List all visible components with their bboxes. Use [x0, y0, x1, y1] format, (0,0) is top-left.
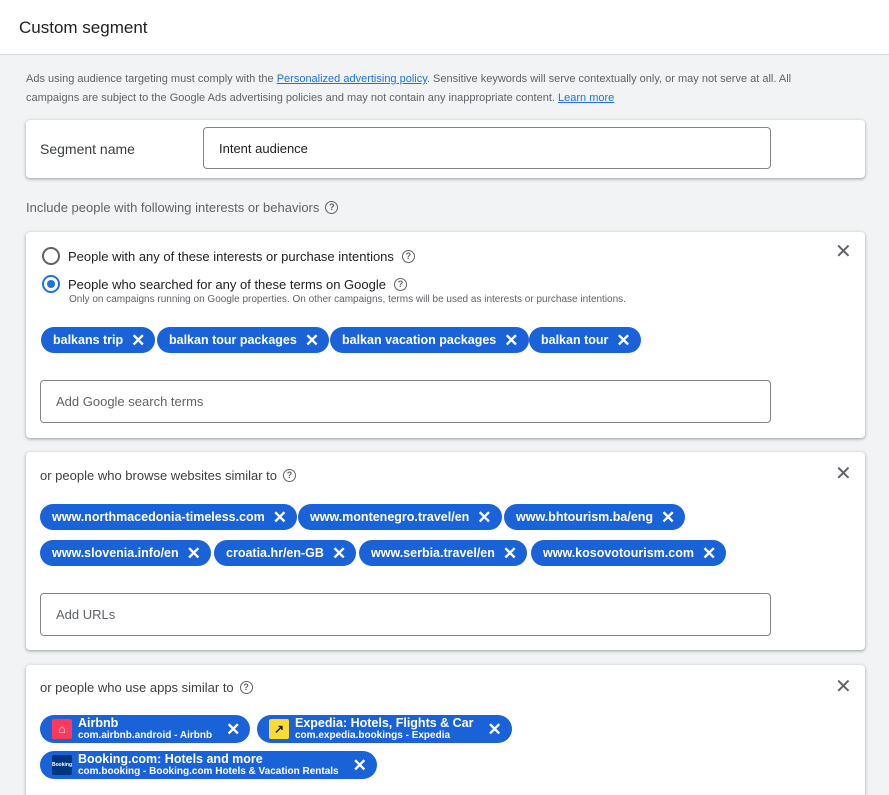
urls-input[interactable]: Add URLs [40, 593, 771, 636]
app-package: com.airbnb.android - Airbnb [78, 729, 213, 741]
app-package: com.booking - Booking.com Hotels & Vacat… [78, 765, 339, 777]
page-header: Custom segment [0, 0, 889, 55]
remove-icon[interactable]: ✕ [187, 545, 201, 562]
close-icon[interactable]: ✕ [835, 677, 852, 697]
app-chip[interactable]: ⌂ Airbnb com.airbnb.android - Airbnb ✕ [40, 715, 251, 743]
chip-label: www.slovenia.info/en [52, 546, 179, 560]
websites-title-text: or people who browse websites similar to [40, 468, 277, 483]
remove-icon[interactable]: ✕ [131, 332, 145, 349]
include-label-text: Include people with following interests … [26, 200, 320, 215]
option-interests-label: People with any of these interests or pu… [68, 248, 394, 264]
chip-label: www.bhtourism.ba/eng [516, 510, 654, 524]
remove-icon[interactable]: ✕ [503, 545, 517, 562]
remove-icon[interactable]: ✕ [353, 757, 367, 774]
notice-text-1: Ads using audience targeting must comply… [26, 73, 277, 85]
apps-title-text: or people who use apps similar to [40, 680, 234, 695]
chip-label: balkan vacation packages [342, 333, 497, 347]
booking-icon: Booking [52, 755, 72, 775]
url-chip[interactable]: www.slovenia.info/en ✕ [40, 540, 211, 566]
app-name: Expedia: Hotels, Flights & Car [295, 716, 474, 731]
option-searched-label: People who searched for any of these ter… [68, 276, 386, 292]
url-chip[interactable]: www.northmacedonia-timeless.com ✕ [40, 504, 298, 530]
remove-icon[interactable]: ✕ [273, 509, 287, 526]
include-label: Include people with following interests … [26, 200, 339, 215]
close-icon[interactable]: ✕ [835, 464, 852, 484]
segment-name-card: Segment name Intent audience [26, 120, 865, 178]
chip-label: balkans trip [53, 333, 124, 347]
app-text: Expedia: Hotels, Flights & Car com.exped… [295, 717, 474, 741]
learn-more-link[interactable]: Learn more [558, 92, 614, 104]
chip-label: croatia.hr/en-GB [226, 546, 324, 560]
apps-card: ✕ or people who use apps similar to ? ⌂ … [26, 665, 865, 795]
search-term-chip[interactable]: balkan tour ✕ [529, 327, 641, 353]
remove-icon[interactable]: ✕ [616, 332, 630, 349]
help-icon[interactable]: ? [401, 249, 415, 263]
apps-title: or people who use apps similar to ? [40, 680, 253, 695]
option-searched[interactable]: People who searched for any of these ter… [42, 275, 407, 293]
chip-label: www.northmacedonia-timeless.com [52, 510, 265, 524]
remove-icon[interactable]: ✕ [702, 545, 716, 562]
option-interests[interactable]: People with any of these interests or pu… [42, 247, 415, 265]
help-icon[interactable]: ? [283, 469, 296, 482]
remove-icon[interactable]: ✕ [488, 721, 502, 738]
remove-icon[interactable]: ✕ [332, 545, 346, 562]
personalized-policy-link[interactable]: Personalized advertising policy [277, 73, 427, 85]
websites-title: or people who browse websites similar to… [40, 468, 296, 483]
remove-icon[interactable]: ✕ [226, 721, 240, 738]
remove-icon[interactable]: ✕ [477, 509, 491, 526]
websites-card: ✕ or people who browse websites similar … [26, 452, 865, 650]
url-chip[interactable]: www.montenegro.travel/en ✕ [298, 504, 502, 530]
app-package: com.expedia.bookings - Expedia [295, 729, 451, 741]
remove-icon[interactable]: ✕ [504, 332, 518, 349]
radio-interests[interactable] [42, 247, 60, 265]
search-term-chip[interactable]: balkan vacation packages ✕ [330, 327, 529, 353]
remove-icon[interactable]: ✕ [305, 332, 319, 349]
url-chip[interactable]: croatia.hr/en-GB ✕ [214, 540, 357, 566]
app-text: Booking.com: Hotels and more com.booking… [78, 753, 339, 777]
radio-searched[interactable] [42, 275, 60, 293]
search-terms-card: ✕ People with any of these interests or … [26, 232, 865, 438]
segment-name-input[interactable]: Intent audience [203, 127, 771, 169]
page-title: Custom segment [19, 18, 148, 37]
policy-notice: Ads using audience targeting must comply… [26, 70, 846, 108]
remove-icon[interactable]: ✕ [661, 509, 675, 526]
search-term-chip[interactable]: balkan tour packages ✕ [157, 327, 330, 353]
search-term-chip[interactable]: balkans trip ✕ [41, 327, 156, 353]
app-text: Airbnb com.airbnb.android - Airbnb [78, 717, 212, 741]
app-chip[interactable]: ↗ Expedia: Hotels, Flights & Car com.exp… [257, 715, 512, 743]
airbnb-icon: ⌂ [52, 719, 72, 739]
url-chip[interactable]: www.kosovotourism.com ✕ [531, 540, 727, 566]
expedia-icon: ↗ [269, 719, 289, 739]
app-chip[interactable]: Booking Booking.com: Hotels and more com… [40, 751, 377, 779]
help-icon[interactable]: ? [239, 681, 253, 694]
searched-note: Only on campaigns running on Google prop… [69, 294, 626, 305]
url-chip[interactable]: www.serbia.travel/en ✕ [359, 540, 528, 566]
chip-label: www.montenegro.travel/en [310, 510, 470, 524]
app-name: Booking.com: Hotels and more [78, 752, 263, 767]
close-icon[interactable]: ✕ [835, 242, 852, 262]
help-icon[interactable]: ? [393, 277, 407, 291]
url-chip[interactable]: www.bhtourism.ba/eng ✕ [504, 504, 686, 530]
chip-label: balkan tour packages [169, 333, 297, 347]
chip-label: www.serbia.travel/en [371, 546, 495, 560]
chip-label: balkan tour [541, 333, 609, 347]
search-terms-input[interactable]: Add Google search terms [40, 380, 771, 423]
chip-label: www.kosovotourism.com [543, 546, 694, 560]
app-name: Airbnb [78, 716, 119, 731]
segment-name-label: Segment name [40, 141, 135, 157]
help-icon[interactable]: ? [325, 201, 339, 214]
